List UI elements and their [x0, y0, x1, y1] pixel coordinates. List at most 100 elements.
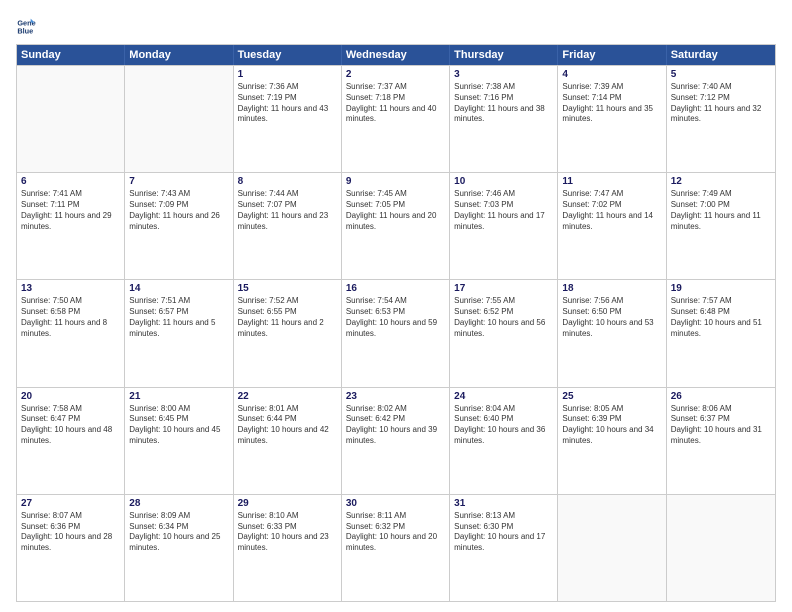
cell-info: Sunrise: 7:58 AM Sunset: 6:47 PM Dayligh… — [21, 404, 120, 447]
day-cell-29: 29 Sunrise: 8:10 AM Sunset: 6:33 PM Dayli… — [234, 495, 342, 601]
calendar-row-3: 13 Sunrise: 7:50 AM Sunset: 6:58 PM Dayli… — [17, 279, 775, 386]
empty-cell — [667, 495, 775, 601]
calendar-body: 1 Sunrise: 7:36 AM Sunset: 7:19 PM Daylig… — [17, 65, 775, 601]
calendar-row-4: 20 Sunrise: 7:58 AM Sunset: 6:47 PM Dayli… — [17, 387, 775, 494]
cell-info: Sunrise: 7:40 AM Sunset: 7:12 PM Dayligh… — [671, 82, 771, 125]
day-cell-3: 3 Sunrise: 7:38 AM Sunset: 7:16 PM Daylig… — [450, 66, 558, 172]
cell-info: Sunrise: 7:38 AM Sunset: 7:16 PM Dayligh… — [454, 82, 553, 125]
day-cell-4: 4 Sunrise: 7:39 AM Sunset: 7:14 PM Daylig… — [558, 66, 666, 172]
day-number: 15 — [238, 283, 337, 294]
day-cell-28: 28 Sunrise: 8:09 AM Sunset: 6:34 PM Dayli… — [125, 495, 233, 601]
day-cell-23: 23 Sunrise: 8:02 AM Sunset: 6:42 PM Dayli… — [342, 388, 450, 494]
cell-info: Sunrise: 8:11 AM Sunset: 6:32 PM Dayligh… — [346, 511, 445, 554]
day-number: 8 — [238, 176, 337, 187]
cell-info: Sunrise: 7:37 AM Sunset: 7:18 PM Dayligh… — [346, 82, 445, 125]
day-number: 28 — [129, 498, 228, 509]
cell-info: Sunrise: 7:50 AM Sunset: 6:58 PM Dayligh… — [21, 296, 120, 339]
day-number: 17 — [454, 283, 553, 294]
day-cell-12: 12 Sunrise: 7:49 AM Sunset: 7:00 PM Dayli… — [667, 173, 775, 279]
cell-info: Sunrise: 7:36 AM Sunset: 7:19 PM Dayligh… — [238, 82, 337, 125]
header-day-saturday: Saturday — [667, 45, 775, 65]
day-number: 20 — [21, 391, 120, 402]
day-cell-26: 26Sunrise: 8:06 AM Sunset: 6:37 PM Dayli… — [667, 388, 775, 494]
day-number: 27 — [21, 498, 120, 509]
day-number: 26 — [671, 391, 771, 402]
day-number: 24 — [454, 391, 553, 402]
day-number: 23 — [346, 391, 445, 402]
cell-info: Sunrise: 8:10 AM Sunset: 6:33 PM Dayligh… — [238, 511, 337, 554]
day-cell-7: 7 Sunrise: 7:43 AM Sunset: 7:09 PM Daylig… — [125, 173, 233, 279]
empty-cell — [125, 66, 233, 172]
day-cell-16: 16 Sunrise: 7:54 AM Sunset: 6:53 PM Dayli… — [342, 280, 450, 386]
day-cell-27: 27 Sunrise: 8:07 AM Sunset: 6:36 PM Dayli… — [17, 495, 125, 601]
cell-info: Sunrise: 8:04 AM Sunset: 6:40 PM Dayligh… — [454, 404, 553, 447]
calendar: SundayMondayTuesdayWednesdayThursdayFrid… — [16, 44, 776, 602]
cell-info: Sunrise: 8:09 AM Sunset: 6:34 PM Dayligh… — [129, 511, 228, 554]
day-cell-2: 2 Sunrise: 7:37 AM Sunset: 7:18 PM Daylig… — [342, 66, 450, 172]
day-cell-14: 14 Sunrise: 7:51 AM Sunset: 6:57 PM Dayli… — [125, 280, 233, 386]
cell-info: Sunrise: 8:07 AM Sunset: 6:36 PM Dayligh… — [21, 511, 120, 554]
day-number: 13 — [21, 283, 120, 294]
day-cell-15: 15 Sunrise: 7:52 AM Sunset: 6:55 PM Dayli… — [234, 280, 342, 386]
empty-cell — [558, 495, 666, 601]
day-number: 9 — [346, 176, 445, 187]
cell-info: Sunrise: 8:05 AM Sunset: 6:39 PM Dayligh… — [562, 404, 661, 447]
cell-info: Sunrise: 7:39 AM Sunset: 7:14 PM Dayligh… — [562, 82, 661, 125]
day-cell-21: 21 Sunrise: 8:00 AM Sunset: 6:45 PM Dayli… — [125, 388, 233, 494]
day-cell-6: 6Sunrise: 7:41 AM Sunset: 7:11 PM Daylig… — [17, 173, 125, 279]
day-cell-11: 11Sunrise: 7:47 AM Sunset: 7:02 PM Dayli… — [558, 173, 666, 279]
day-number: 3 — [454, 69, 553, 80]
cell-info: Sunrise: 7:43 AM Sunset: 7:09 PM Dayligh… — [129, 189, 228, 232]
day-number: 14 — [129, 283, 228, 294]
calendar-header: SundayMondayTuesdayWednesdayThursdayFrid… — [17, 45, 775, 65]
day-number: 12 — [671, 176, 771, 187]
svg-text:Blue: Blue — [17, 26, 33, 35]
day-number: 1 — [238, 69, 337, 80]
cell-info: Sunrise: 7:52 AM Sunset: 6:55 PM Dayligh… — [238, 296, 337, 339]
logo-icon: General Blue — [16, 16, 36, 36]
day-number: 10 — [454, 176, 553, 187]
header-day-monday: Monday — [125, 45, 233, 65]
cell-info: Sunrise: 7:56 AM Sunset: 6:50 PM Dayligh… — [562, 296, 661, 339]
day-cell-20: 20 Sunrise: 7:58 AM Sunset: 6:47 PM Dayli… — [17, 388, 125, 494]
header-day-thursday: Thursday — [450, 45, 558, 65]
day-number: 2 — [346, 69, 445, 80]
cell-info: Sunrise: 7:55 AM Sunset: 6:52 PM Dayligh… — [454, 296, 553, 339]
day-number: 16 — [346, 283, 445, 294]
day-cell-30: 30Sunrise: 8:11 AM Sunset: 6:32 PM Dayli… — [342, 495, 450, 601]
cell-info: Sunrise: 7:51 AM Sunset: 6:57 PM Dayligh… — [129, 296, 228, 339]
cell-info: Sunrise: 8:00 AM Sunset: 6:45 PM Dayligh… — [129, 404, 228, 447]
header-day-tuesday: Tuesday — [234, 45, 342, 65]
header-day-wednesday: Wednesday — [342, 45, 450, 65]
day-cell-17: 17 Sunrise: 7:55 AM Sunset: 6:52 PM Dayli… — [450, 280, 558, 386]
cell-info: Sunrise: 8:02 AM Sunset: 6:42 PM Dayligh… — [346, 404, 445, 447]
day-number: 19 — [671, 283, 771, 294]
cell-info: Sunrise: 8:01 AM Sunset: 6:44 PM Dayligh… — [238, 404, 337, 447]
calendar-row-1: 1 Sunrise: 7:36 AM Sunset: 7:19 PM Daylig… — [17, 65, 775, 172]
day-number: 29 — [238, 498, 337, 509]
header-day-sunday: Sunday — [17, 45, 125, 65]
day-cell-8: 8 Sunrise: 7:44 AM Sunset: 7:07 PM Daylig… — [234, 173, 342, 279]
day-cell-9: 9Sunrise: 7:45 AM Sunset: 7:05 PM Daylig… — [342, 173, 450, 279]
day-cell-5: 5Sunrise: 7:40 AM Sunset: 7:12 PM Daylig… — [667, 66, 775, 172]
header-day-friday: Friday — [558, 45, 666, 65]
calendar-row-5: 27 Sunrise: 8:07 AM Sunset: 6:36 PM Dayli… — [17, 494, 775, 601]
calendar-row-2: 6Sunrise: 7:41 AM Sunset: 7:11 PM Daylig… — [17, 172, 775, 279]
cell-info: Sunrise: 7:57 AM Sunset: 6:48 PM Dayligh… — [671, 296, 771, 339]
day-number: 18 — [562, 283, 661, 294]
cell-info: Sunrise: 7:44 AM Sunset: 7:07 PM Dayligh… — [238, 189, 337, 232]
day-number: 31 — [454, 498, 553, 509]
day-cell-13: 13 Sunrise: 7:50 AM Sunset: 6:58 PM Dayli… — [17, 280, 125, 386]
day-cell-22: 22Sunrise: 8:01 AM Sunset: 6:44 PM Dayli… — [234, 388, 342, 494]
day-number: 7 — [129, 176, 228, 187]
cell-info: Sunrise: 8:13 AM Sunset: 6:30 PM Dayligh… — [454, 511, 553, 554]
cell-info: Sunrise: 7:41 AM Sunset: 7:11 PM Dayligh… — [21, 189, 120, 232]
day-cell-1: 1 Sunrise: 7:36 AM Sunset: 7:19 PM Daylig… — [234, 66, 342, 172]
cell-info: Sunrise: 7:54 AM Sunset: 6:53 PM Dayligh… — [346, 296, 445, 339]
empty-cell — [17, 66, 125, 172]
cell-info: Sunrise: 7:49 AM Sunset: 7:00 PM Dayligh… — [671, 189, 771, 232]
day-number: 4 — [562, 69, 661, 80]
day-number: 25 — [562, 391, 661, 402]
day-number: 21 — [129, 391, 228, 402]
day-cell-10: 10Sunrise: 7:46 AM Sunset: 7:03 PM Dayli… — [450, 173, 558, 279]
